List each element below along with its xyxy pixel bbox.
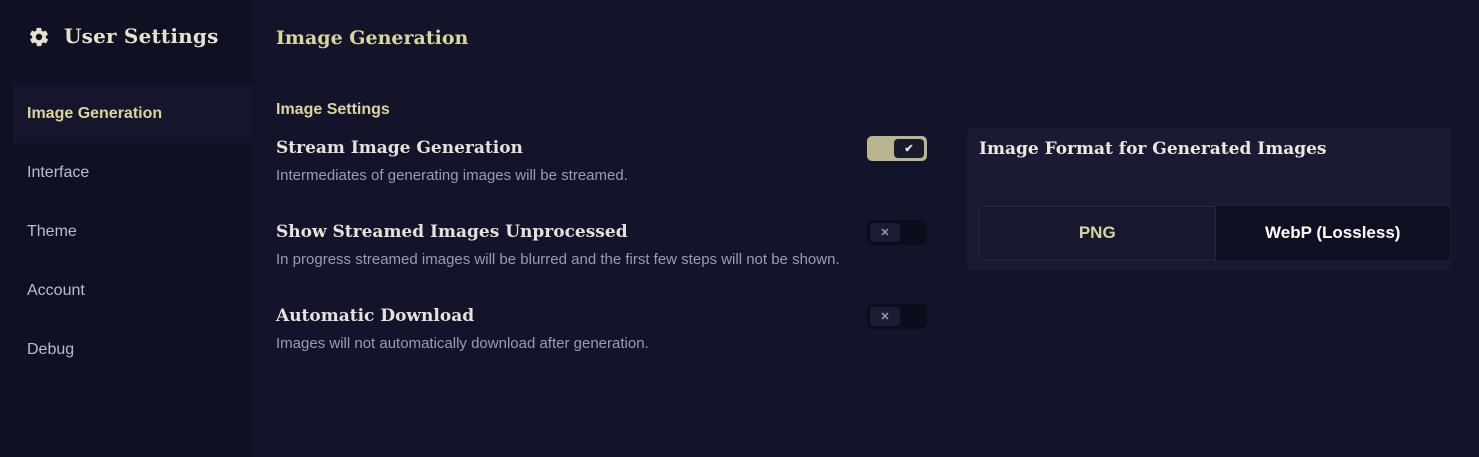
check-icon: ✔ [894,139,924,158]
show-streamed-unprocessed-toggle[interactable]: ✕ [867,220,927,245]
main-panel: Image Generation Image Settings Stream I… [253,0,1479,457]
close-icon: ✕ [870,223,900,242]
sidebar-item-image-generation[interactable]: Image Generation [13,84,253,143]
setting-title: Stream Image Generation [276,138,523,158]
stream-image-generation-toggle[interactable]: ✔ [867,136,927,161]
sidebar-item-account[interactable]: Account [0,261,253,320]
section-label: Image Settings [276,101,390,118]
sidebar-nav: Image Generation Interface Theme Account… [0,84,253,379]
image-format-card: Image Format for Generated Images PNG We… [967,128,1451,270]
sidebar-item-interface[interactable]: Interface [0,143,253,202]
sidebar-title: User Settings [64,24,219,48]
setting-description: Images will not automatically download a… [276,335,649,352]
setting-description: Intermediates of generating images will … [276,167,628,184]
gear-icon [28,26,50,48]
setting-title: Automatic Download [276,306,475,326]
settings-window: User Settings Image Generation Interface… [0,0,1479,457]
setting-show-streamed-unprocessed: Show Streamed Images Unprocessed In prog… [276,222,926,268]
format-option-webp[interactable]: WebP (Lossless) [1215,206,1450,260]
sidebar-item-theme[interactable]: Theme [0,202,253,261]
setting-description: In progress streamed images will be blur… [276,251,840,268]
sidebar-item-debug[interactable]: Debug [0,320,253,379]
setting-title: Show Streamed Images Unprocessed [276,222,628,242]
page-title: Image Generation [276,27,469,49]
image-format-title: Image Format for Generated Images [979,139,1327,159]
sidebar: User Settings Image Generation Interface… [0,0,253,457]
setting-automatic-download: Automatic Download Images will not autom… [276,306,926,352]
setting-stream-image-generation: Stream Image Generation Intermediates of… [276,138,926,184]
format-option-png[interactable]: PNG [979,206,1216,260]
close-icon: ✕ [870,307,900,326]
sidebar-header: User Settings [0,0,253,84]
image-format-selector: PNG WebP (Lossless) [979,206,1450,260]
automatic-download-toggle[interactable]: ✕ [867,304,927,329]
